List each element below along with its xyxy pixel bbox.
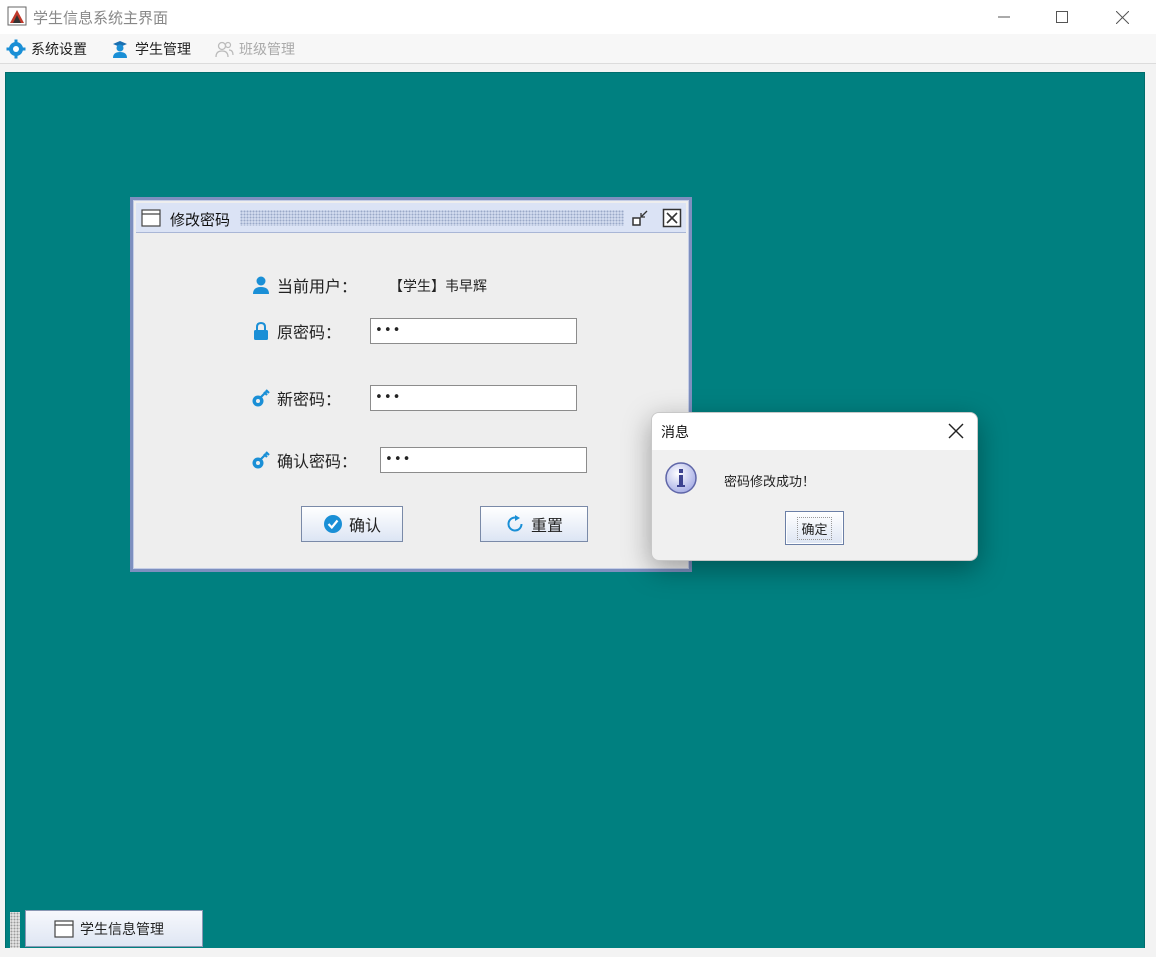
- minimize-button[interactable]: [976, 0, 1032, 34]
- menu-label: 学生管理: [135, 42, 191, 58]
- window-title: 学生信息系统主界面: [33, 9, 169, 27]
- new-password-field[interactable]: •••: [370, 385, 577, 411]
- window-close-button[interactable]: [1094, 0, 1150, 34]
- frame-close-icon[interactable]: [662, 208, 682, 228]
- menu-system-settings[interactable]: 系统设置: [6, 37, 87, 61]
- key-icon: [252, 389, 270, 407]
- taskbar-item-student-info[interactable]: 学生信息管理: [25, 910, 203, 947]
- menu-student-management[interactable]: 学生管理: [110, 37, 191, 61]
- student-icon: [113, 41, 127, 58]
- window-icon: [141, 209, 161, 227]
- window-icon: [54, 920, 74, 938]
- frame-content: 当前用户： 【学生】韦早辉 原密码： ••• 新密码： ••• 确认密码： ••…: [136, 233, 686, 566]
- taskbar-grip: [10, 912, 20, 948]
- current-user-label: 当前用户：: [251, 273, 357, 297]
- menu-bar: 系统设置 学生管理 班级管理: [0, 34, 1156, 64]
- lock-icon: [254, 321, 268, 340]
- close-icon: [1115, 10, 1129, 24]
- ok-button[interactable]: 确定: [785, 511, 844, 545]
- frame-titlebar[interactable]: 修改密码: [136, 203, 686, 233]
- current-user-value: 【学生】韦早辉: [389, 279, 487, 295]
- confirm-password-label: 确认密码：: [251, 448, 357, 472]
- reset-button[interactable]: 重置: [480, 506, 588, 542]
- users-icon: [215, 41, 234, 58]
- gear-icon: [6, 39, 26, 59]
- maximize-icon: [1056, 11, 1068, 23]
- close-icon[interactable]: [947, 422, 965, 440]
- check-circle-icon: [323, 515, 342, 533]
- app-titlebar: 学生信息系统主界面: [0, 0, 1156, 34]
- key-icon: [252, 451, 270, 469]
- message-dialog: 消息 密码修改成功！ 确定: [651, 412, 978, 561]
- change-password-frame: 修改密码 当前用户： 【学生】韦早辉 原密码： ••• 新密码： ••• 确认密…: [130, 197, 692, 572]
- minimize-icon: [998, 16, 1010, 18]
- confirm-button[interactable]: 确认: [301, 506, 403, 542]
- dialog-titlebar[interactable]: 消息: [652, 413, 977, 450]
- iconify-icon[interactable]: [630, 208, 650, 228]
- frame-title: 修改密码: [170, 211, 231, 229]
- confirm-password-field[interactable]: •••: [380, 447, 587, 473]
- info-icon: [665, 462, 697, 494]
- dialog-message: 密码修改成功！: [724, 475, 816, 490]
- dialog-title: 消息: [661, 425, 689, 441]
- user-icon: [253, 276, 269, 294]
- menu-class-management[interactable]: 班级管理: [214, 37, 295, 61]
- maximize-button[interactable]: [1034, 0, 1090, 34]
- menu-label: 系统设置: [31, 42, 87, 58]
- old-password-field[interactable]: •••: [370, 318, 577, 344]
- refresh-icon: [507, 515, 523, 532]
- window-edge: [1145, 72, 1156, 948]
- app-logo-icon: [7, 6, 27, 26]
- menu-label: 班级管理: [239, 42, 295, 58]
- title-grip: [240, 210, 624, 226]
- old-password-label: 原密码：: [251, 319, 341, 343]
- frame-taskbar: 学生信息管理: [6, 908, 1144, 948]
- new-password-label: 新密码：: [251, 386, 341, 410]
